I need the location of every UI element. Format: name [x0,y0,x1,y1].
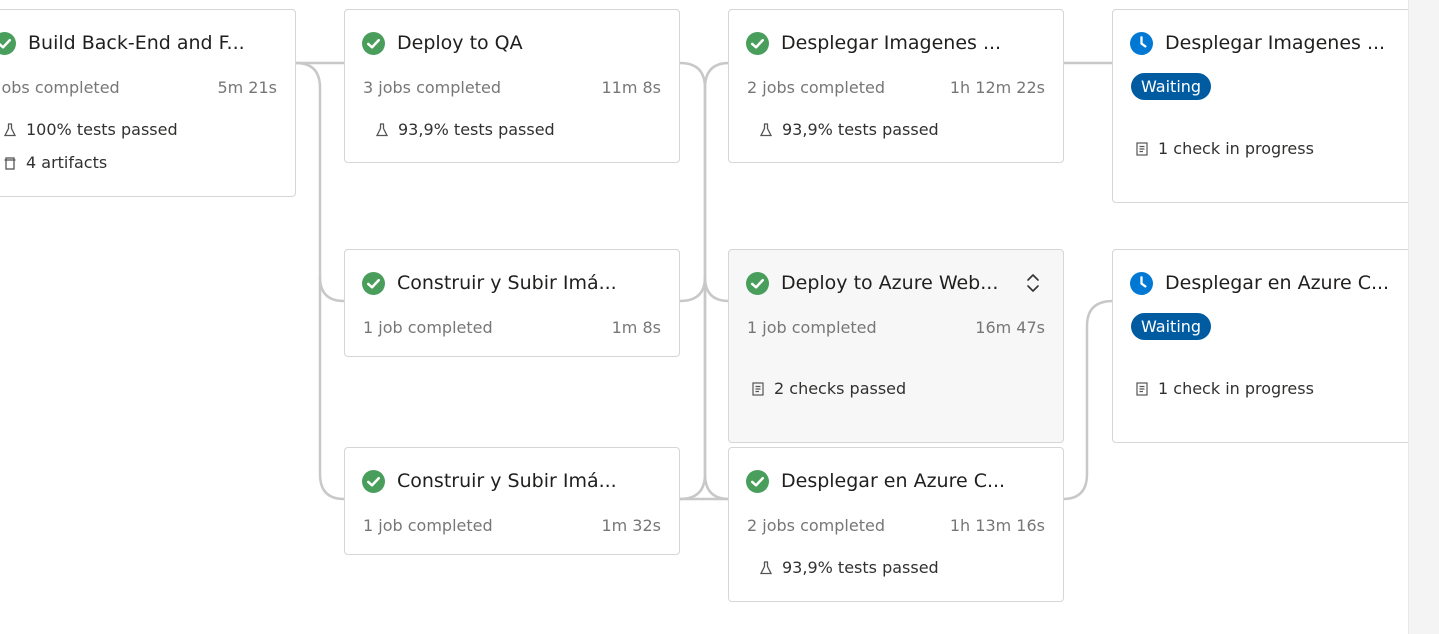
stage-title: Desplegar en Azure C... [781,470,1006,492]
stage-title: Desplegar Imagenes ... [1165,32,1386,54]
stage-duration: 5m 21s [217,78,277,97]
stage-meta: 1 job completed 1m 8s [363,318,661,337]
flask-icon [375,122,389,136]
stage-title: Deploy to Azure Web... [781,272,999,294]
stage-build[interactable]: Build Back-End and F... jobs completed 5… [0,9,296,197]
checklist-icon [752,381,764,396]
tests-summary[interactable]: 100% tests passed [3,120,178,139]
stage-deploy-qa[interactable]: Deploy to QA 3 jobs completed 11m 8s 93,… [344,9,680,163]
jobs-status: 1 job completed [363,318,493,337]
stage-desplegar-imagenes-done[interactable]: Desplegar Imagenes ... 2 jobs completed … [728,9,1064,163]
checks-summary[interactable]: 1 check in progress [1135,379,1314,398]
stage-duration: 1h 12m 22s [949,78,1045,97]
status-badge: Waiting [1131,73,1212,100]
jobs-status: 3 jobs completed [363,78,501,97]
check-circle-icon [0,31,16,55]
check-circle-icon [362,31,385,55]
flask-icon [3,122,17,136]
stage-header: Build Back-End and F... [0,30,245,56]
stage-meta: 1 job completed 1m 32s [363,516,661,535]
stage-title: Construir y Subir Imá... [397,470,617,492]
clock-icon [1130,271,1153,295]
stage-construir-2[interactable]: Construir y Subir Imá... 1 job completed… [344,447,680,555]
vertical-scrollbar[interactable] [1408,0,1439,634]
stage-duration: 1h 13m 16s [949,516,1045,535]
stage-construir-1[interactable]: Construir y Subir Imá... 1 job completed… [344,249,680,357]
stage-meta: 2 jobs completed 1h 13m 16s [747,516,1045,535]
checklist-icon [1136,381,1148,396]
stage-header: Construir y Subir Imá... [362,270,617,296]
stage-meta: 2 jobs completed 1h 12m 22s [747,78,1045,97]
jobs-status: 2 jobs completed [747,78,885,97]
tests-label: 93,9% tests passed [782,558,939,577]
checklist-icon [1136,141,1148,156]
stage-header: Construir y Subir Imá... [362,468,617,494]
stage-header: Desplegar Imagenes ... [1130,30,1385,56]
stage-desplegar-azure-c-done[interactable]: Desplegar en Azure C... 2 jobs completed… [728,447,1064,602]
artifact-icon [4,156,16,170]
tests-label: 93,9% tests passed [782,120,939,139]
clock-icon [1130,31,1153,55]
flask-icon [759,560,773,574]
tests-summary[interactable]: 93,9% tests passed [759,558,939,577]
jobs-status: 2 jobs completed [747,516,885,535]
stage-meta: 1 job completed 16m 47s [747,318,1045,337]
check-circle-icon [746,271,769,295]
stage-meta: jobs completed 5m 21s [0,78,277,97]
flask-icon [759,122,773,136]
check-circle-icon [362,271,385,295]
tests-summary[interactable]: 93,9% tests passed [375,120,555,139]
stage-title: Desplegar Imagenes ... [781,32,1002,54]
expand-collapse-icon[interactable] [1023,272,1043,294]
stage-duration: 1m 32s [601,516,661,535]
artifacts-label: 4 artifacts [26,153,108,172]
stage-meta: 3 jobs completed 11m 8s [363,78,661,97]
tests-label: 100% tests passed [26,120,178,139]
stage-duration: 16m 47s [975,318,1045,337]
checks-summary[interactable]: 2 checks passed [751,379,906,398]
jobs-status: jobs completed [0,78,120,97]
stage-header: Desplegar en Azure C... [1130,270,1389,296]
check-circle-icon [362,469,385,493]
stage-duration: 1m 8s [611,318,661,337]
tests-summary[interactable]: 93,9% tests passed [759,120,939,139]
stage-title: Build Back-End and F... [28,32,245,54]
stage-header: Deploy to Azure Web... [746,270,998,296]
stage-desplegar-imagenes-waiting[interactable]: Desplegar Imagenes ... Waiting 1 check i… [1112,9,1432,203]
jobs-status: 1 job completed [363,516,493,535]
stage-title: Construir y Subir Imá... [397,272,617,294]
tests-label: 93,9% tests passed [398,120,555,139]
checks-label: 1 check in progress [1158,379,1314,398]
stage-title: Deploy to QA [397,32,523,54]
stage-header: Desplegar en Azure C... [746,468,1005,494]
check-circle-icon [746,31,769,55]
check-circle-icon [746,469,769,493]
checks-label: 1 check in progress [1158,139,1314,158]
stage-title: Desplegar en Azure C... [1165,272,1390,294]
jobs-status: 1 job completed [747,318,877,337]
checks-summary[interactable]: 1 check in progress [1135,139,1314,158]
stage-header: Desplegar Imagenes ... [746,30,1001,56]
stage-header: Deploy to QA [362,30,523,56]
stage-duration: 11m 8s [601,78,661,97]
stage-deploy-azure-web[interactable]: Deploy to Azure Web... 1 job completed 1… [728,249,1064,443]
checks-label: 2 checks passed [774,379,907,398]
artifacts-summary[interactable]: 4 artifacts [3,153,107,172]
stage-desplegar-azure-c-waiting[interactable]: Desplegar en Azure C... Waiting 1 check … [1112,249,1432,443]
status-badge: Waiting [1131,313,1212,340]
